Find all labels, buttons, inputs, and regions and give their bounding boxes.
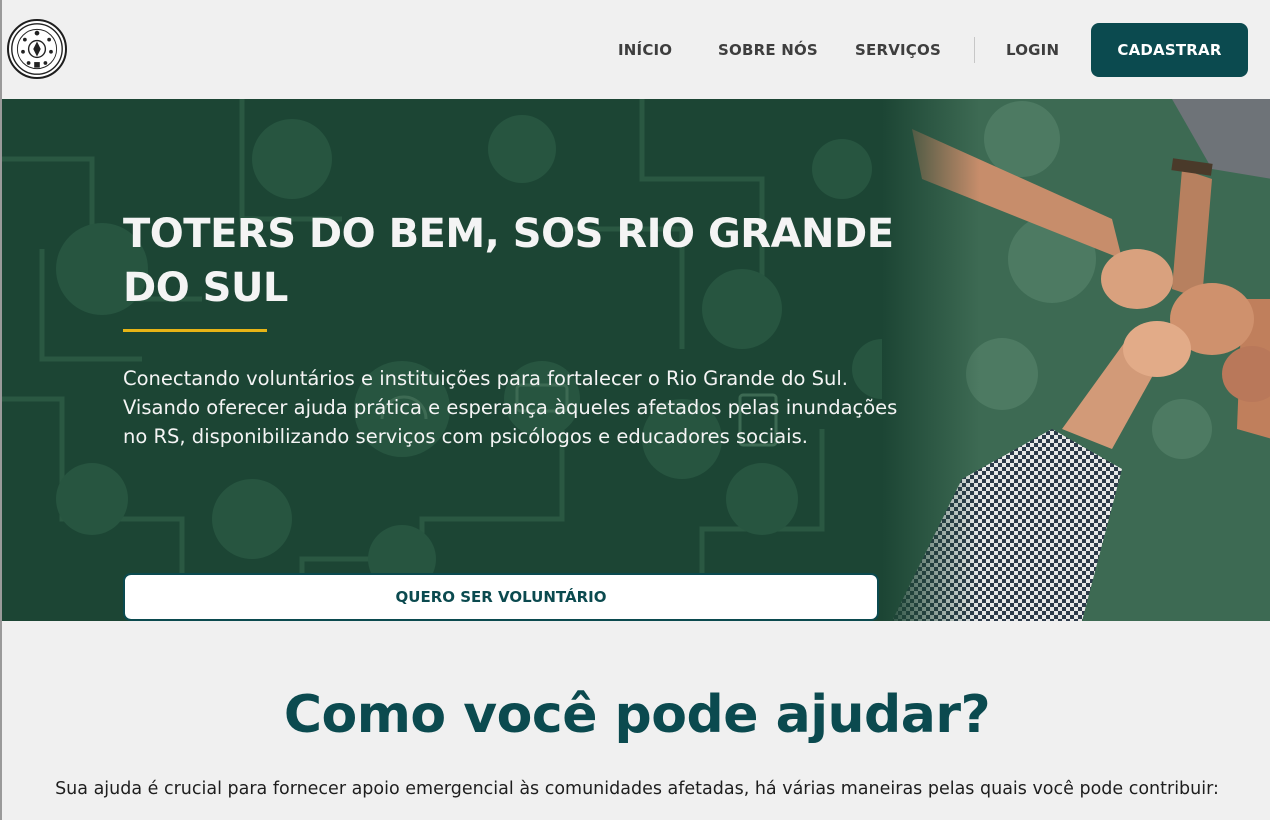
hero-description: Conectando voluntários e instituições pa… [123,367,898,448]
hero-title: TOTERS DO BEM, SOS RIO GRANDE DO SUL [123,211,894,311]
nav-sobre-nos[interactable]: SOBRE NÓS [718,41,818,59]
quero-ser-voluntario-button[interactable]: QUERO SER VOLUNTÁRIO [123,573,879,621]
hero-section: TOTERS DO BEM, SOS RIO GRANDE DO SUL Con… [2,99,1270,621]
cadastrar-button[interactable]: CADASTRAR [1091,23,1248,77]
site-header: INÍCIO SOBRE NÓS SERVIÇOS LOGIN CADASTRA… [2,0,1270,99]
nav-inicio[interactable]: INÍCIO [618,41,672,59]
help-section-text: Sua ajuda é crucial para fornecer apoio … [55,779,1219,799]
nav-login[interactable]: LOGIN [1006,41,1059,59]
nav-servicos[interactable]: SERVIÇOS [855,41,941,59]
page: INÍCIO SOBRE NÓS SERVIÇOS LOGIN CADASTRA… [0,0,1270,820]
help-section-title: Como você pode ajudar? [283,685,991,745]
team-hands-photo [882,99,1270,621]
nav-divider [974,37,975,63]
emblem-seal-icon [11,23,63,75]
title-underline [123,329,267,332]
logo[interactable] [7,19,67,79]
